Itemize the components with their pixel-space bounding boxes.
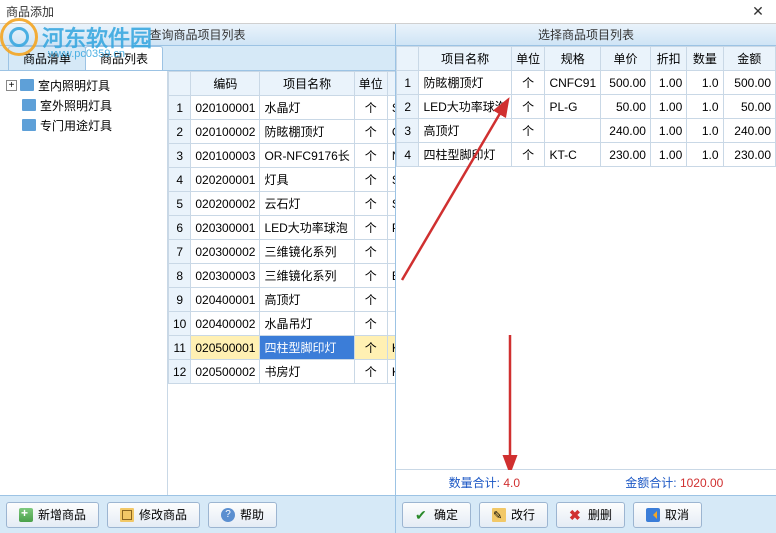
tabs-bar: 商品清单 商品列表: [0, 46, 395, 70]
folder-icon: [20, 79, 34, 91]
tree-label: 专门用途灯具: [40, 117, 112, 134]
folder-icon: [22, 119, 36, 131]
amt-total-value: 1020.00: [680, 476, 723, 490]
column-header[interactable]: 项目名称: [419, 47, 511, 71]
tab-product-items[interactable]: 商品列表: [85, 46, 163, 70]
right-panel-header: 选择商品项目列表: [396, 24, 776, 46]
qty-total-label: 数量合计:: [449, 476, 500, 490]
column-header[interactable]: 折扣: [650, 47, 686, 71]
check-icon: [415, 508, 429, 522]
table-row[interactable]: 9020400001高顶灯个: [169, 288, 396, 312]
add-icon: [19, 508, 33, 522]
column-header[interactable]: 单位: [511, 47, 545, 71]
table-row[interactable]: 6020300001LED大功率球泡个PL-G: [169, 216, 396, 240]
column-header[interactable]: 单位: [354, 72, 387, 96]
column-header[interactable]: 编码: [191, 72, 260, 96]
expand-icon[interactable]: +: [6, 80, 17, 91]
help-button[interactable]: 帮助: [208, 502, 277, 528]
table-row[interactable]: 1防眩棚顶灯个CNFC91500.001.001.0500.00: [397, 71, 776, 95]
column-header[interactable]: 金额: [723, 47, 775, 71]
modify-row-button[interactable]: 改行: [479, 502, 548, 528]
cancel-icon: [646, 508, 660, 522]
column-header[interactable]: 单价: [601, 47, 651, 71]
totals-bar: 数量合计: 4.0 金额合计: 1020.00: [396, 469, 776, 495]
table-row[interactable]: 2LED大功率球泡个PL-G50.001.001.050.00: [397, 95, 776, 119]
folder-icon: [22, 99, 36, 111]
table-row[interactable]: 2020100002防眩棚顶灯个CNFC9: [169, 120, 396, 144]
table-row[interactable]: 7020300002三维镜化系列个: [169, 240, 396, 264]
amt-total-label: 金额合计:: [625, 476, 676, 490]
column-header[interactable]: [169, 72, 191, 96]
column-header[interactable]: [397, 47, 419, 71]
table-row[interactable]: 10020400002水晶吊灯个: [169, 312, 396, 336]
selected-product-grid[interactable]: 项目名称单位规格单价折扣数量金额 1防眩棚顶灯个CNFC91500.001.00…: [396, 46, 776, 167]
category-tree: + 室内照明灯具 室外照明灯具 专门用途灯具: [0, 71, 168, 495]
tab-product-list[interactable]: 商品清单: [8, 46, 86, 70]
column-header[interactable]: 规格: [545, 47, 601, 71]
table-row[interactable]: 4020200001灯具个SMKF-: [169, 168, 396, 192]
title-bar: 商品添加 ✕: [0, 0, 776, 24]
table-row[interactable]: 8020300003三维镜化系列个BDL: [169, 264, 396, 288]
table-row[interactable]: 3020100003OR-NFC9176长个NFC91: [169, 144, 396, 168]
left-panel-header: 查询商品项目列表: [0, 24, 395, 46]
column-header[interactable]: 规格: [387, 72, 395, 96]
table-row[interactable]: 1020100001水晶灯个SMSJ-: [169, 96, 396, 120]
tree-item[interactable]: 专门用途灯具: [4, 115, 163, 135]
cancel-button[interactable]: 取消: [633, 502, 702, 528]
delete-icon: [569, 508, 583, 522]
table-row[interactable]: 11020500001四柱型脚印灯个KT-C: [169, 336, 396, 360]
edit-product-button[interactable]: 修改商品: [107, 502, 200, 528]
edit-icon: [120, 508, 134, 522]
close-icon[interactable]: ✕: [746, 3, 770, 20]
qty-total-value: 4.0: [503, 476, 520, 490]
tree-label: 室内照明灯具: [38, 77, 110, 94]
add-product-button[interactable]: 新增商品: [6, 502, 99, 528]
table-row[interactable]: 5020200002云石灯个SMYS-: [169, 192, 396, 216]
table-row[interactable]: 4四柱型脚印灯个KT-C230.001.001.0230.00: [397, 143, 776, 167]
tree-item[interactable]: + 室内照明灯具: [4, 75, 163, 95]
column-header[interactable]: 数量: [687, 47, 723, 71]
left-button-bar: 新增商品 修改商品 帮助: [0, 495, 395, 533]
column-header[interactable]: 项目名称: [260, 72, 354, 96]
delete-button[interactable]: 删删: [556, 502, 625, 528]
window-title: 商品添加: [6, 3, 746, 20]
table-row[interactable]: 3高顶灯个240.001.001.0240.00: [397, 119, 776, 143]
ok-button[interactable]: 确定: [402, 502, 471, 528]
right-button-bar: 确定 改行 删删 取消: [396, 495, 776, 533]
tree-label: 室外照明灯具: [40, 97, 112, 114]
help-icon: [221, 508, 235, 522]
edit-row-icon: [492, 508, 506, 522]
query-product-grid[interactable]: 编码项目名称单位规格 1020100001水晶灯个SMSJ-2020100002…: [168, 71, 395, 384]
table-row[interactable]: 12020500002书房灯个KT-B: [169, 360, 396, 384]
tree-item[interactable]: 室外照明灯具: [4, 95, 163, 115]
